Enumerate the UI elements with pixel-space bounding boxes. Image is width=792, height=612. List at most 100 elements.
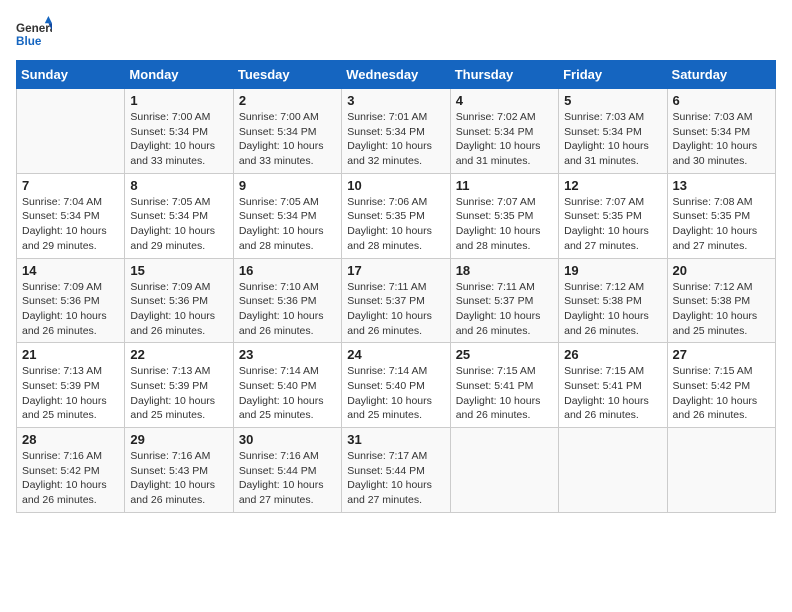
day-detail: Sunrise: 7:07 AMSunset: 5:35 PMDaylight:…: [456, 195, 553, 254]
day-number: 11: [456, 178, 553, 193]
calendar-cell: 8 Sunrise: 7:05 AMSunset: 5:34 PMDaylight…: [125, 173, 233, 258]
calendar-cell: 17 Sunrise: 7:11 AMSunset: 5:37 PMDayligh…: [342, 258, 450, 343]
calendar: SundayMondayTuesdayWednesdayThursdayFrid…: [16, 60, 776, 513]
calendar-cell: 9 Sunrise: 7:05 AMSunset: 5:34 PMDaylight…: [233, 173, 341, 258]
day-detail: Sunrise: 7:16 AMSunset: 5:42 PMDaylight:…: [22, 449, 119, 508]
day-detail: Sunrise: 7:12 AMSunset: 5:38 PMDaylight:…: [564, 280, 661, 339]
calendar-header-row: SundayMondayTuesdayWednesdayThursdayFrid…: [17, 61, 776, 89]
day-number: 8: [130, 178, 227, 193]
col-header-tuesday: Tuesday: [233, 61, 341, 89]
day-number: 13: [673, 178, 770, 193]
day-number: 6: [673, 93, 770, 108]
day-number: 1: [130, 93, 227, 108]
day-number: 27: [673, 347, 770, 362]
calendar-cell: 4 Sunrise: 7:02 AMSunset: 5:34 PMDaylight…: [450, 89, 558, 174]
day-number: 21: [22, 347, 119, 362]
day-number: 22: [130, 347, 227, 362]
calendar-cell: 24 Sunrise: 7:14 AMSunset: 5:40 PMDayligh…: [342, 343, 450, 428]
day-detail: Sunrise: 7:05 AMSunset: 5:34 PMDaylight:…: [130, 195, 227, 254]
day-number: 9: [239, 178, 336, 193]
calendar-cell: 28 Sunrise: 7:16 AMSunset: 5:42 PMDayligh…: [17, 428, 125, 513]
col-header-thursday: Thursday: [450, 61, 558, 89]
day-detail: Sunrise: 7:15 AMSunset: 5:41 PMDaylight:…: [456, 364, 553, 423]
day-detail: Sunrise: 7:01 AMSunset: 5:34 PMDaylight:…: [347, 110, 444, 169]
calendar-cell: 5Sunrise: 7:03 AMSunset: 5:34 PMDaylight…: [559, 89, 667, 174]
day-detail: Sunrise: 7:12 AMSunset: 5:38 PMDaylight:…: [673, 280, 770, 339]
calendar-cell: 20Sunrise: 7:12 AMSunset: 5:38 PMDayligh…: [667, 258, 775, 343]
day-detail: Sunrise: 7:16 AMSunset: 5:44 PMDaylight:…: [239, 449, 336, 508]
day-detail: Sunrise: 7:13 AMSunset: 5:39 PMDaylight:…: [130, 364, 227, 423]
calendar-cell: [17, 89, 125, 174]
day-detail: Sunrise: 7:03 AMSunset: 5:34 PMDaylight:…: [673, 110, 770, 169]
day-detail: Sunrise: 7:11 AMSunset: 5:37 PMDaylight:…: [347, 280, 444, 339]
day-detail: Sunrise: 7:16 AMSunset: 5:43 PMDaylight:…: [130, 449, 227, 508]
day-detail: Sunrise: 7:09 AMSunset: 5:36 PMDaylight:…: [22, 280, 119, 339]
calendar-cell: 6 Sunrise: 7:03 AMSunset: 5:34 PMDaylight…: [667, 89, 775, 174]
calendar-cell: 2Sunrise: 7:00 AMSunset: 5:34 PMDaylight…: [233, 89, 341, 174]
svg-text:General: General: [16, 22, 52, 35]
col-header-saturday: Saturday: [667, 61, 775, 89]
calendar-cell: [559, 428, 667, 513]
day-detail: Sunrise: 7:14 AMSunset: 5:40 PMDaylight:…: [239, 364, 336, 423]
day-detail: Sunrise: 7:14 AMSunset: 5:40 PMDaylight:…: [347, 364, 444, 423]
day-detail: Sunrise: 7:15 AMSunset: 5:41 PMDaylight:…: [564, 364, 661, 423]
logo: General Blue: [16, 16, 52, 52]
calendar-week-row: 1 Sunrise: 7:00 AMSunset: 5:34 PMDaylight…: [17, 89, 776, 174]
svg-text:Blue: Blue: [16, 35, 42, 48]
logo-icon: General Blue: [16, 16, 52, 52]
day-number: 28: [22, 432, 119, 447]
day-detail: Sunrise: 7:10 AMSunset: 5:36 PMDaylight:…: [239, 280, 336, 339]
calendar-cell: 1 Sunrise: 7:00 AMSunset: 5:34 PMDaylight…: [125, 89, 233, 174]
calendar-cell: 15Sunrise: 7:09 AMSunset: 5:36 PMDayligh…: [125, 258, 233, 343]
calendar-cell: 11 Sunrise: 7:07 AMSunset: 5:35 PMDayligh…: [450, 173, 558, 258]
calendar-cell: 27Sunrise: 7:15 AMSunset: 5:42 PMDayligh…: [667, 343, 775, 428]
day-number: 26: [564, 347, 661, 362]
col-header-sunday: Sunday: [17, 61, 125, 89]
day-detail: Sunrise: 7:06 AMSunset: 5:35 PMDaylight:…: [347, 195, 444, 254]
day-detail: Sunrise: 7:00 AMSunset: 5:34 PMDaylight:…: [130, 110, 227, 169]
day-number: 3: [347, 93, 444, 108]
calendar-cell: 16Sunrise: 7:10 AMSunset: 5:36 PMDayligh…: [233, 258, 341, 343]
calendar-cell: 10 Sunrise: 7:06 AMSunset: 5:35 PMDayligh…: [342, 173, 450, 258]
col-header-monday: Monday: [125, 61, 233, 89]
calendar-cell: 26 Sunrise: 7:15 AMSunset: 5:41 PMDayligh…: [559, 343, 667, 428]
day-number: 17: [347, 263, 444, 278]
day-detail: Sunrise: 7:05 AMSunset: 5:34 PMDaylight:…: [239, 195, 336, 254]
col-header-wednesday: Wednesday: [342, 61, 450, 89]
day-number: 4: [456, 93, 553, 108]
header: General Blue: [16, 16, 776, 52]
day-number: 23: [239, 347, 336, 362]
calendar-cell: 31Sunrise: 7:17 AMSunset: 5:44 PMDayligh…: [342, 428, 450, 513]
calendar-cell: 22 Sunrise: 7:13 AMSunset: 5:39 PMDayligh…: [125, 343, 233, 428]
calendar-cell: 12 Sunrise: 7:07 AMSunset: 5:35 PMDayligh…: [559, 173, 667, 258]
day-number: 24: [347, 347, 444, 362]
day-number: 10: [347, 178, 444, 193]
calendar-cell: 21 Sunrise: 7:13 AMSunset: 5:39 PMDayligh…: [17, 343, 125, 428]
calendar-cell: 7 Sunrise: 7:04 AMSunset: 5:34 PMDaylight…: [17, 173, 125, 258]
calendar-week-row: 7 Sunrise: 7:04 AMSunset: 5:34 PMDaylight…: [17, 173, 776, 258]
day-number: 25: [456, 347, 553, 362]
day-detail: Sunrise: 7:02 AMSunset: 5:34 PMDaylight:…: [456, 110, 553, 169]
calendar-cell: 13Sunrise: 7:08 AMSunset: 5:35 PMDayligh…: [667, 173, 775, 258]
calendar-week-row: 14 Sunrise: 7:09 AMSunset: 5:36 PMDayligh…: [17, 258, 776, 343]
day-detail: Sunrise: 7:04 AMSunset: 5:34 PMDaylight:…: [22, 195, 119, 254]
day-detail: Sunrise: 7:07 AMSunset: 5:35 PMDaylight:…: [564, 195, 661, 254]
col-header-friday: Friday: [559, 61, 667, 89]
calendar-cell: [667, 428, 775, 513]
day-number: 31: [347, 432, 444, 447]
calendar-cell: [450, 428, 558, 513]
day-number: 14: [22, 263, 119, 278]
calendar-cell: 14 Sunrise: 7:09 AMSunset: 5:36 PMDayligh…: [17, 258, 125, 343]
calendar-cell: 19Sunrise: 7:12 AMSunset: 5:38 PMDayligh…: [559, 258, 667, 343]
day-number: 30: [239, 432, 336, 447]
day-detail: Sunrise: 7:09 AMSunset: 5:36 PMDaylight:…: [130, 280, 227, 339]
day-number: 12: [564, 178, 661, 193]
day-detail: Sunrise: 7:13 AMSunset: 5:39 PMDaylight:…: [22, 364, 119, 423]
day-number: 29: [130, 432, 227, 447]
day-number: 5: [564, 93, 661, 108]
calendar-cell: 30 Sunrise: 7:16 AMSunset: 5:44 PMDayligh…: [233, 428, 341, 513]
day-number: 2: [239, 93, 336, 108]
day-detail: Sunrise: 7:11 AMSunset: 5:37 PMDaylight:…: [456, 280, 553, 339]
calendar-week-row: 21 Sunrise: 7:13 AMSunset: 5:39 PMDayligh…: [17, 343, 776, 428]
day-number: 7: [22, 178, 119, 193]
